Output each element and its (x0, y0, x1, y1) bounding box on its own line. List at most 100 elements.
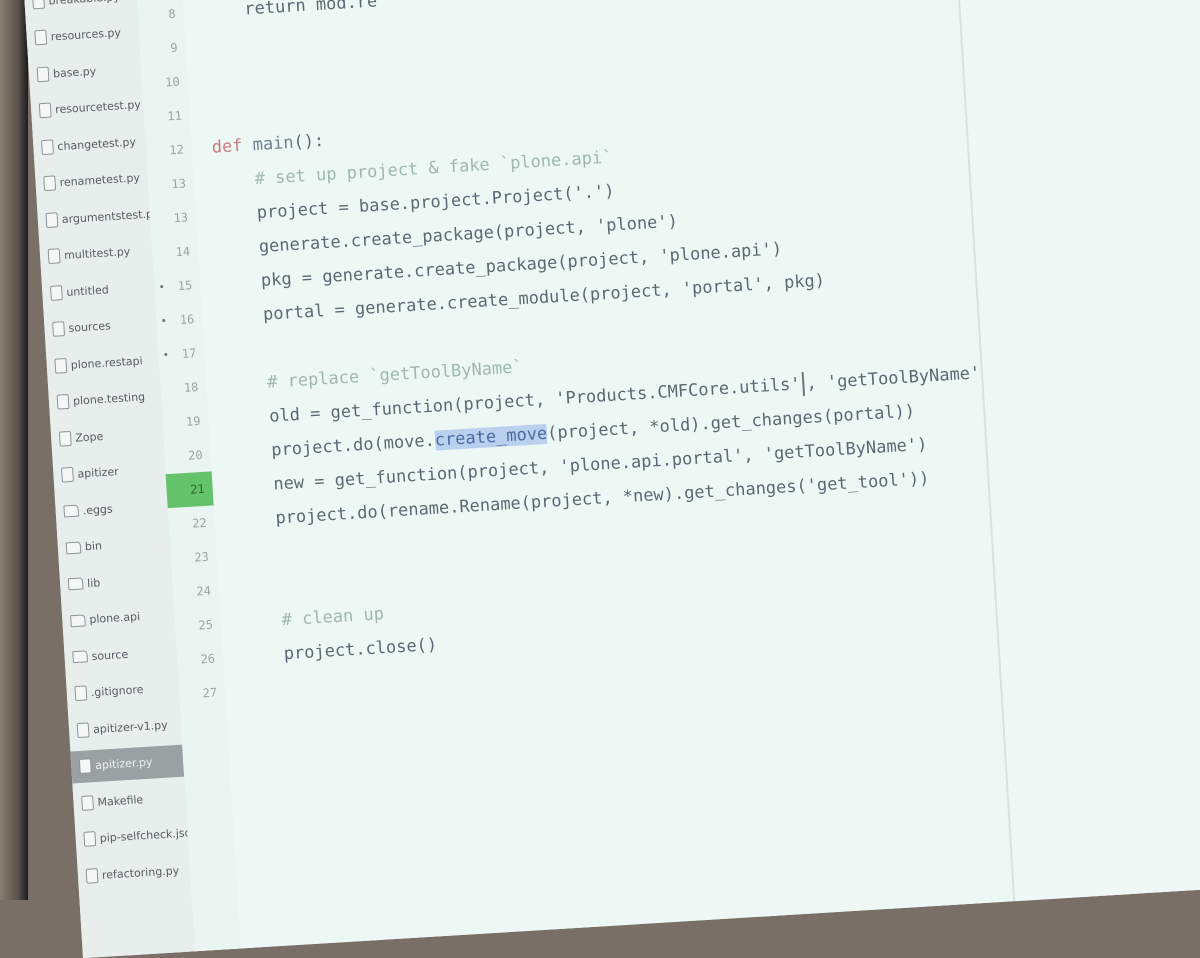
sidebar-item-label: refactoring.py (101, 863, 180, 882)
sidebar-item-label: argumentstest.py (61, 207, 151, 226)
sidebar-item[interactable]: plone.testing (48, 380, 162, 419)
line-number[interactable]: 13 (147, 166, 195, 203)
sidebar-item[interactable]: lib (59, 562, 173, 601)
code-token: (): (292, 130, 325, 153)
sidebar-item[interactable]: multitest.py (39, 234, 153, 273)
line-number-text: 20 (187, 447, 203, 463)
sidebar-item-label: multitest.py (63, 244, 131, 262)
line-number[interactable]: 15 (153, 268, 201, 305)
file-icon (49, 284, 63, 301)
code-token: main (252, 132, 295, 156)
sidebar-item-label: apitizer-v1.py (92, 718, 169, 736)
line-number[interactable]: 25 (174, 607, 222, 644)
line-number[interactable]: 9 (139, 30, 187, 67)
line-number[interactable]: 12 (145, 132, 193, 169)
sidebar-item[interactable]: apitizer (53, 453, 167, 492)
line-number[interactable]: 8 (137, 0, 185, 33)
file-icon (36, 66, 50, 82)
sidebar-item-label: apitizer.py (94, 755, 153, 773)
breakpoint-dot-icon (160, 284, 164, 289)
sidebar-item-label: resourcetest.py (54, 98, 142, 117)
sidebar-item[interactable]: .eggs (55, 489, 169, 528)
line-number-text: 27 (202, 685, 218, 701)
file-icon (47, 248, 61, 264)
sidebar-item[interactable]: pip-selfcheck.json (75, 817, 189, 856)
folder-icon (63, 504, 80, 518)
text-cursor-icon (801, 372, 806, 397)
sidebar-item[interactable]: untitled (41, 271, 155, 310)
code-line[interactable] (238, 572, 240, 606)
line-number-text: 22 (191, 515, 208, 531)
line-number-text: 9 (169, 40, 179, 56)
sidebar-item-label: plone.testing (72, 390, 146, 408)
sidebar-item[interactable]: Makefile (73, 781, 187, 820)
code-line[interactable] (207, 63, 209, 97)
line-number-text: 17 (181, 346, 197, 361)
line-number[interactable]: 27 (178, 675, 226, 712)
sidebar-item[interactable]: renametest.py (35, 161, 149, 200)
file-icon (78, 758, 92, 774)
line-number-text: 19 (185, 413, 201, 429)
line-number-text: 13 (173, 210, 189, 226)
sidebar-item-label: source (91, 647, 129, 663)
sidebar-item-label: breakable.py (48, 0, 120, 7)
sidebar-item-label: Makefile (97, 792, 144, 809)
code-line[interactable] (223, 334, 225, 368)
breakpoint-dot-icon (162, 318, 166, 323)
line-number[interactable]: 13 (149, 200, 197, 237)
line-number[interactable]: 10 (141, 64, 189, 101)
sidebar-item[interactable]: bin (57, 526, 171, 565)
selected-token: create_move (434, 423, 548, 451)
sidebar-item-label: .gitignore (90, 682, 144, 700)
line-number[interactable]: 19 (162, 404, 210, 441)
line-number[interactable]: 16 (155, 302, 203, 339)
line-number[interactable]: 18 (159, 370, 207, 407)
sidebar-item[interactable]: apitizer-v1.py (68, 708, 182, 747)
line-number-text: 13 (171, 176, 187, 192)
sidebar-item[interactable]: sources (44, 307, 158, 346)
file-icon (38, 102, 52, 119)
code-editor[interactable]: 8 9 10 11 12 13 13 14 15 16 17 18 19 20 21 22 23 24 25 26 27… (133, 0, 1014, 952)
sidebar-item[interactable]: changetest.py (33, 125, 147, 164)
sidebar-item-label: base.py (52, 64, 97, 80)
file-icon (81, 794, 95, 811)
sidebar-item[interactable]: plone.restapi (46, 343, 160, 382)
editor-window: breakable.py resources.py base.py resourcet… (22, 0, 1200, 958)
line-number-text: 8 (167, 6, 176, 22)
line-number-text: 16 (179, 312, 195, 328)
sidebar-item[interactable]: base.py (28, 52, 142, 91)
line-number[interactable]: 26 (176, 641, 224, 678)
sidebar-item-label: apitizer (77, 465, 120, 481)
code-token: return mod.re (202, 0, 378, 22)
line-number[interactable]: 24 (172, 573, 220, 610)
line-number[interactable]: 14 (151, 234, 199, 271)
file-icon (61, 466, 74, 483)
code-line[interactable] (236, 538, 238, 572)
sidebar-item[interactable]: refactoring.py (77, 853, 191, 892)
line-number[interactable]: 23 (170, 539, 218, 576)
line-number[interactable]: 22 (168, 505, 216, 542)
code-line[interactable] (244, 674, 246, 708)
code-line[interactable]: return mod.re (202, 0, 378, 29)
sidebar-item[interactable]: argumentstest.py (37, 198, 151, 237)
file-icon (43, 175, 57, 192)
file-icon (32, 0, 45, 9)
sidebar-item[interactable]: .gitignore (66, 671, 180, 710)
sidebar-item[interactable]: breakable.py (24, 0, 138, 18)
line-number-text: 10 (164, 74, 181, 90)
file-icon (74, 685, 88, 702)
line-number[interactable]: 21 (165, 471, 214, 509)
sidebar-item[interactable]: Zope (50, 416, 164, 455)
sidebar-item[interactable]: plone.api (61, 598, 175, 637)
line-number[interactable]: 17 (157, 336, 205, 373)
folder-icon (65, 541, 82, 554)
sidebar-item[interactable]: resourcetest.py (30, 88, 144, 127)
sidebar-item[interactable]: apitizer.py (70, 744, 185, 783)
sidebar-item[interactable]: source (64, 635, 178, 674)
code-line[interactable] (209, 97, 211, 131)
line-number[interactable]: 11 (143, 98, 191, 135)
line-number[interactable]: 20 (164, 437, 212, 474)
sidebar-item[interactable]: resources.py (26, 16, 140, 55)
sidebar-item-label: pip-selfcheck.json (99, 826, 189, 845)
code-line[interactable] (205, 29, 207, 63)
